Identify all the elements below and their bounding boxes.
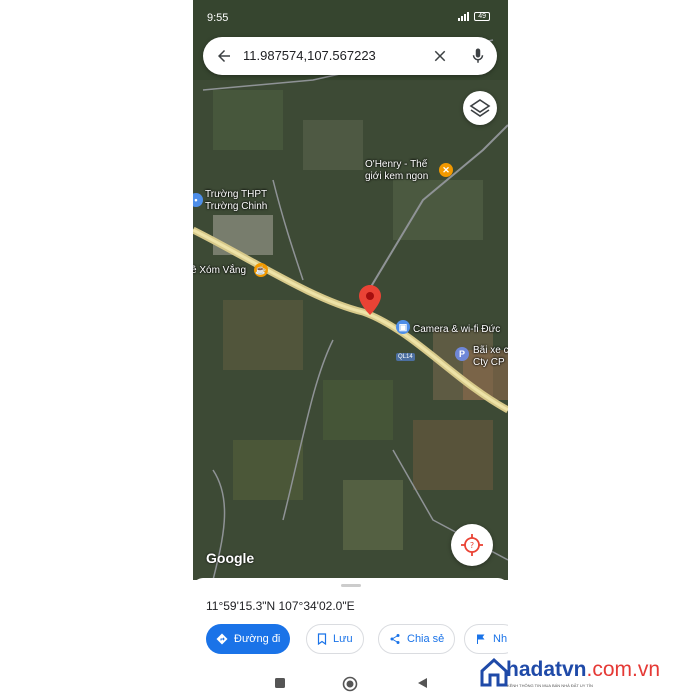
directions-label: Đường đi <box>234 633 281 645</box>
share-button[interactable]: Chia sẻ <box>378 624 456 654</box>
satellite-imagery <box>193 0 508 580</box>
status-icons: 49 <box>458 12 490 21</box>
close-icon[interactable] <box>431 47 449 65</box>
google-logo: Google <box>206 550 255 566</box>
watermark-text: hadatvn.com.vn <box>506 658 660 682</box>
parking-icon[interactable]: P <box>455 347 469 361</box>
recent-apps-icon[interactable] <box>273 676 287 690</box>
directions-icon <box>216 633 228 645</box>
status-time: 9:55 <box>207 12 229 24</box>
bookmark-icon <box>317 633 327 645</box>
shopping-bag-icon[interactable]: ▣ <box>396 320 410 334</box>
save-button[interactable]: Lưu <box>306 624 364 654</box>
poi-label-school[interactable]: Trường THPT Trường Chinh <box>205 189 267 213</box>
directions-button[interactable]: Đường đi <box>206 624 291 654</box>
label-button[interactable]: Nh <box>464 624 508 654</box>
location-pin-icon[interactable] <box>359 285 381 315</box>
map-view[interactable]: 9:55 49 11.987574,107.567223 O'Henry - T… <box>193 0 508 580</box>
poi-label-ohenry[interactable]: O'Henry - Thế giới kem ngon <box>365 159 428 183</box>
share-label: Chia sẻ <box>407 633 445 645</box>
search-bar[interactable]: 11.987574,107.567223 <box>203 37 497 75</box>
road-shield-ql14: QL14 <box>396 353 415 361</box>
microphone-icon[interactable] <box>469 46 487 66</box>
flag-icon <box>477 634 485 644</box>
home-icon[interactable] <box>342 676 358 692</box>
fork-knife-icon[interactable]: ✕ <box>439 163 453 177</box>
drag-handle[interactable] <box>341 584 361 587</box>
back-icon[interactable] <box>415 676 429 690</box>
status-bar: 9:55 49 <box>193 0 508 36</box>
share-icon <box>390 634 400 644</box>
my-location-button[interactable]: ? <box>451 524 493 566</box>
save-label: Lưu <box>333 633 353 645</box>
coordinates-text: 11°59'15.3"N 107°34'02.0"E <box>206 599 355 613</box>
watermark: hadatvn.com.vn KÊNH THÔNG TIN MUA BÁN NH… <box>480 655 692 693</box>
action-buttons: Đường đi Lưu Chia sẻ Nh <box>206 624 508 656</box>
layers-button[interactable] <box>463 91 497 125</box>
watermark-domain: .com.vn <box>586 658 661 681</box>
layers-icon <box>469 99 491 117</box>
place-sheet[interactable]: 11°59'15.3"N 107°34'02.0"E Đường đi Lưu <box>193 578 508 668</box>
back-arrow-icon[interactable] <box>215 47 233 65</box>
search-query[interactable]: 11.987574,107.567223 <box>243 48 376 63</box>
cafe-icon[interactable]: ☕ <box>254 263 268 277</box>
android-nav-bar <box>193 668 508 700</box>
poi-label-parking[interactable]: Bãi xe c Cty CP <box>473 345 508 369</box>
poi-label-camera[interactable]: Camera & wi-fi Đức <box>413 324 500 336</box>
poi-label-xom-vang[interactable]: ê Xóm Vắng <box>193 265 246 277</box>
phone-screen: 9:55 49 11.987574,107.567223 O'Henry - T… <box>193 0 508 700</box>
house-logo-icon <box>480 657 508 687</box>
label-label: Nh <box>493 633 508 645</box>
battery-icon: 49 <box>474 12 490 21</box>
svg-text:?: ? <box>470 541 474 550</box>
crosshair-icon: ? <box>461 534 483 556</box>
watermark-name: hadatvn <box>506 658 587 681</box>
signal-icon <box>458 12 470 21</box>
watermark-tagline: KÊNH THÔNG TIN MUA BÁN NHÀ ĐẤT UY TÍN <box>507 683 593 688</box>
